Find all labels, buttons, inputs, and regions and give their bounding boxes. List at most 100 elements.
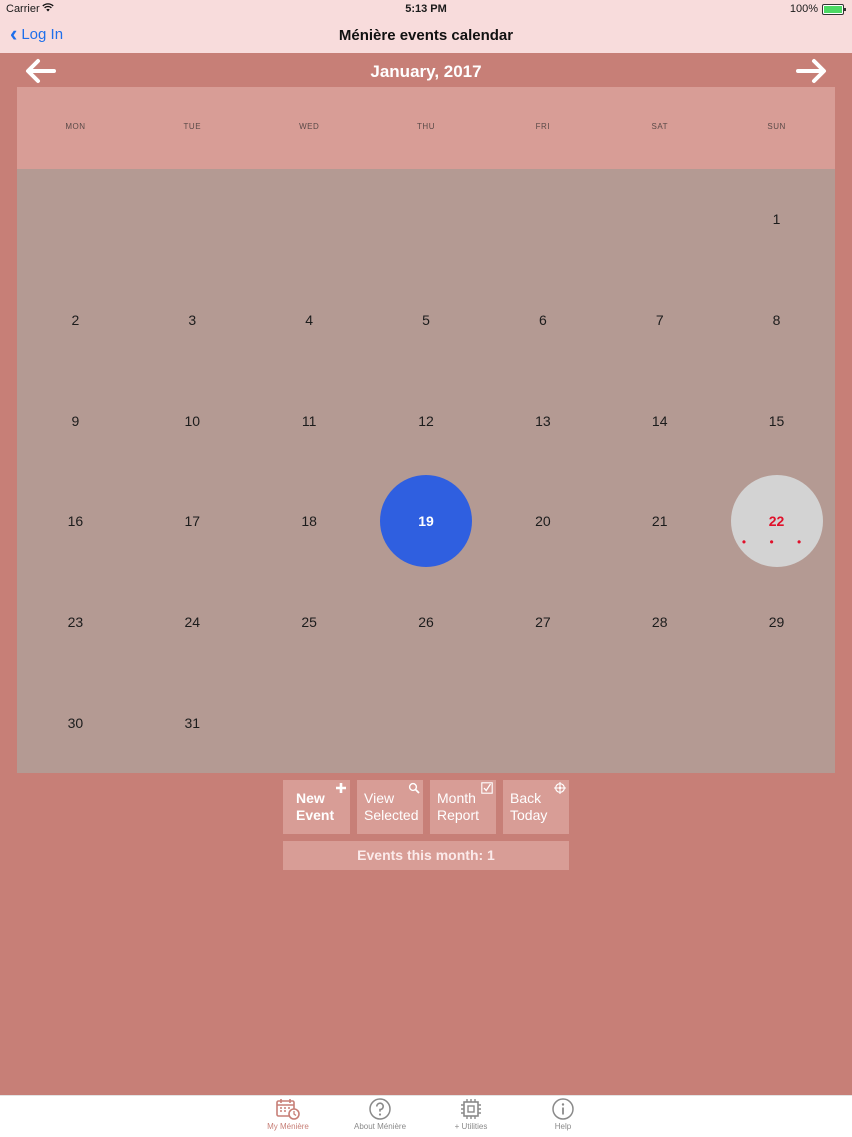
tab-utilities[interactable]: + Utilities [428, 1098, 514, 1131]
new-event-button[interactable]: New Event [283, 780, 350, 834]
calendar-grid: 1 2 3 4 5 6 7 8 9 10 11 12 13 14 15 16 17 18 19 20 21 22 • • •… [17, 169, 835, 773]
arrow-right-icon [796, 59, 826, 83]
calendar-day-28[interactable]: 28 [601, 572, 718, 673]
calendar-day-10[interactable]: 10 [134, 370, 251, 471]
day-number: 14 [651, 412, 668, 429]
button-label-line: Event [296, 807, 335, 823]
tab-label: + Utilities [454, 1122, 488, 1131]
day-number: 25 [301, 613, 317, 630]
calendar-day-5[interactable]: 5 [368, 270, 485, 371]
day-number: 9 [71, 412, 80, 429]
back-today-button[interactable]: Back Today [503, 780, 569, 834]
calendar-day-9[interactable]: 9 [17, 370, 134, 471]
calendar-day-27[interactable]: 27 [484, 572, 601, 673]
calendar-day-6[interactable]: 6 [484, 270, 601, 371]
day-number: 8 [772, 311, 781, 328]
calendar-empty-cell [251, 169, 368, 270]
day-number: 12 [418, 412, 434, 429]
status-time: 5:13 PM [405, 3, 447, 15]
calendar-day-12[interactable]: 12 [368, 370, 485, 471]
day-number: 15 [768, 412, 785, 429]
calendar-day-20[interactable]: 20 [484, 471, 601, 572]
weekday-label: TUE [183, 122, 202, 131]
checkbox-icon [481, 782, 493, 794]
calendar-day-11[interactable]: 11 [251, 370, 368, 471]
events-count-label: Events this month: 1 [283, 841, 569, 870]
day-number: 10 [184, 412, 201, 429]
tab-label: Help [554, 1122, 572, 1131]
day-number: 18 [301, 513, 317, 530]
status-bar: Carrier 5:13 PM 100% [0, 0, 852, 18]
info-circle-icon [552, 1098, 574, 1120]
crosshair-icon [554, 782, 566, 794]
calendar-empty-cell [601, 672, 718, 773]
day-number: 27 [535, 613, 551, 630]
calendar-day-29[interactable]: 29 [718, 572, 835, 673]
battery-icon [822, 4, 846, 15]
day-number: 6 [538, 311, 547, 328]
day-number: 31 [184, 714, 201, 731]
calendar-day-30[interactable]: 30 [17, 672, 134, 773]
day-number: 20 [535, 513, 551, 530]
calendar-day-8[interactable]: 8 [718, 270, 835, 371]
calendar-day-7[interactable]: 7 [601, 270, 718, 371]
day-number: 3 [188, 311, 197, 328]
page-title: Ménière events calendar [338, 27, 514, 44]
calendar-day-19[interactable]: 19 [368, 471, 485, 572]
calendar-day-18[interactable]: 18 [251, 471, 368, 572]
calendar-day-14[interactable]: 14 [601, 370, 718, 471]
day-number: 17 [184, 513, 201, 530]
weekday-label: WED [299, 122, 320, 131]
calendar-day-17[interactable]: 17 [134, 471, 251, 572]
calendar-day-26[interactable]: 26 [368, 572, 485, 673]
weekday-label: THU [417, 122, 435, 131]
calendar-empty-cell [484, 672, 601, 773]
calendar-day-2[interactable]: 2 [17, 270, 134, 371]
button-label-line: Today [510, 807, 548, 823]
next-month-button[interactable] [789, 56, 829, 86]
calendar-day-31[interactable]: 31 [134, 672, 251, 773]
day-number: 21 [651, 513, 668, 530]
button-label-line: Report [437, 807, 480, 823]
day-number: 5 [422, 311, 430, 328]
day-number: 13 [535, 412, 551, 429]
calendar-empty-cell [134, 169, 251, 270]
day-number: 26 [418, 613, 434, 630]
calendar-day-4[interactable]: 4 [251, 270, 368, 371]
view-selected-button[interactable]: View Selected [357, 780, 423, 834]
calendar-day-16[interactable]: 16 [17, 471, 134, 572]
calendar-day-3[interactable]: 3 [134, 270, 251, 371]
tab-about-meniere[interactable]: About Ménière [337, 1098, 423, 1131]
calendar-empty-cell [368, 169, 485, 270]
weekday-label: FRI [535, 122, 551, 131]
tab-help[interactable]: Help [520, 1098, 606, 1131]
tab-bar: My Ménière About Ménière + Utilities Hel… [0, 1095, 852, 1137]
calendar-empty-cell [251, 672, 368, 773]
calendar-day-24[interactable]: 24 [134, 572, 251, 673]
button-label-line: Selected [364, 807, 419, 823]
month-header: January, 2017 [17, 53, 835, 89]
tab-label: My Ménière [267, 1122, 309, 1131]
calendar-day-25[interactable]: 25 [251, 572, 368, 673]
tab-my-meniere[interactable]: My Ménière [245, 1098, 331, 1131]
weekday-label: SAT [651, 122, 668, 131]
calendar-day-22[interactable]: 22 • • • [718, 471, 835, 572]
day-number: 7 [655, 311, 664, 328]
tab-label: About Ménière [353, 1122, 407, 1131]
battery-percent: 100% [789, 3, 818, 15]
month-report-button[interactable]: Month Report [430, 780, 496, 834]
calendar-day-13[interactable]: 13 [484, 370, 601, 471]
calendar-day-23[interactable]: 23 [17, 572, 134, 673]
weekday-label: SUN [767, 122, 786, 131]
day-number: 30 [67, 714, 84, 731]
magnifier-icon [408, 782, 420, 794]
day-number: 1 [772, 211, 781, 228]
calendar-empty-cell [601, 169, 718, 270]
question-circle-icon [369, 1098, 391, 1120]
calendar-day-15[interactable]: 15 [718, 370, 835, 471]
day-number: 28 [651, 613, 668, 630]
day-number: 19 [418, 513, 434, 530]
calendar-day-21[interactable]: 21 [601, 471, 718, 572]
weekday-label: MON [65, 122, 86, 131]
calendar-day-1[interactable]: 1 [718, 169, 835, 270]
